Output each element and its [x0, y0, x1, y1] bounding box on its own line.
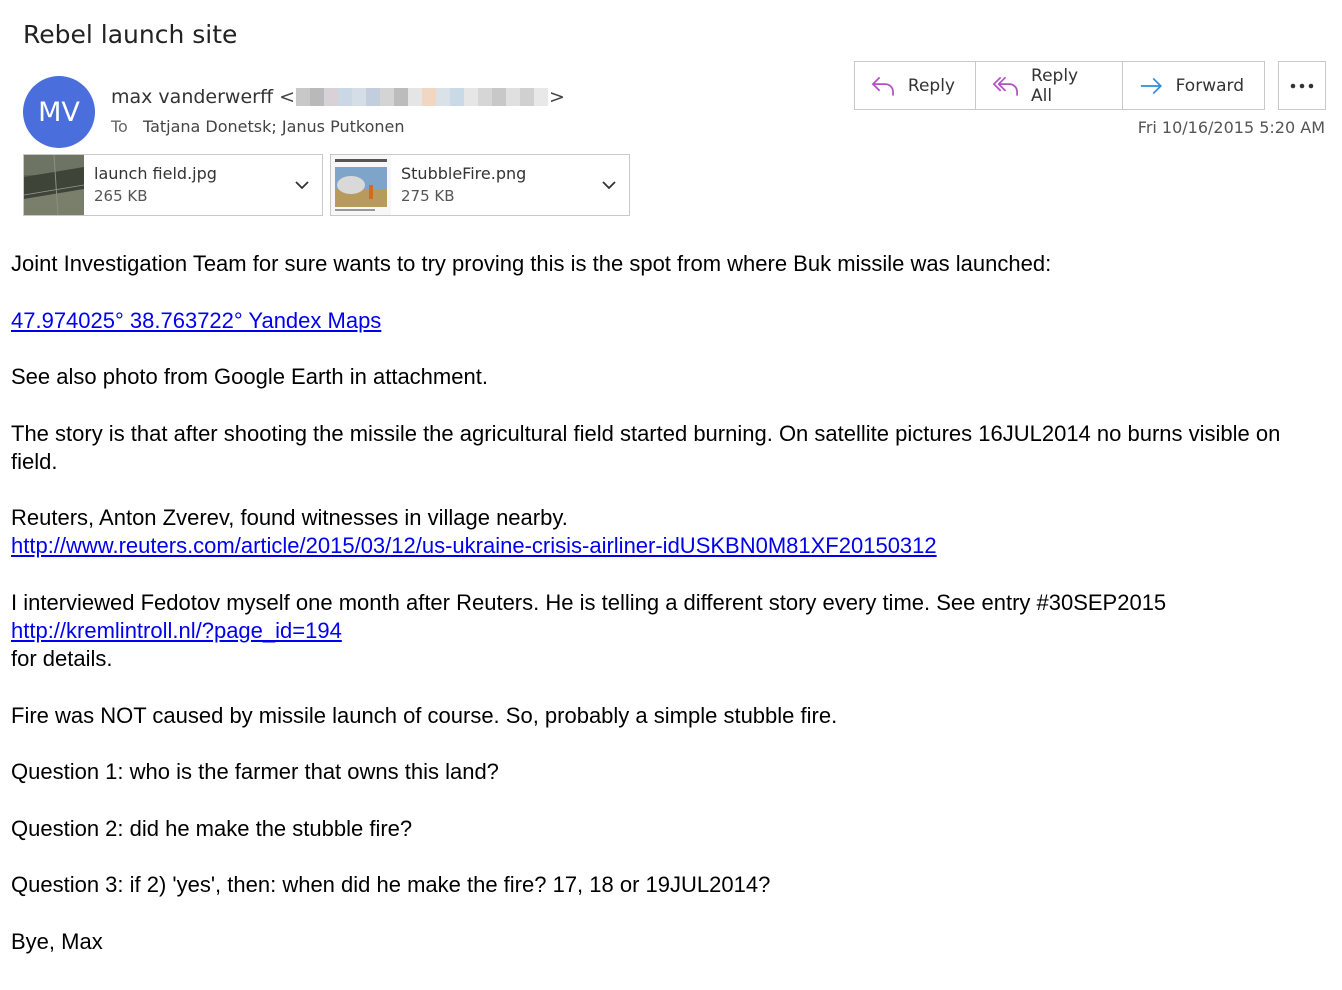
coordinates-link[interactable]: 47.974025° 38.763722° Yandex Maps [11, 308, 381, 333]
redacted-email [295, 88, 548, 106]
sender-email-close: > [548, 86, 565, 108]
chevron-down-icon [602, 180, 616, 189]
to-label: To [111, 117, 128, 136]
reply-all-icon [992, 76, 1018, 96]
more-actions-button[interactable] [1278, 61, 1326, 110]
question-1: Question 1: who is the farmer that owns … [11, 759, 499, 785]
question-2: Question 2: did he make the stubble fire… [11, 815, 413, 841]
sender-avatar: MV [23, 76, 95, 148]
body-paragraph: See also photo from Google Earth in atta… [11, 364, 488, 390]
body-paragraph: I interviewed Fedotov myself one month a… [11, 589, 1167, 615]
avatar-initials: MV [38, 96, 80, 128]
body-paragraph: for details. [11, 645, 113, 671]
attachment-stubble-fire[interactable]: StubbleFire.png 275 KB [330, 154, 630, 216]
fire-photo-thumbnail [331, 155, 391, 215]
body-paragraph: Fire was NOT caused by missile launch of… [11, 702, 838, 728]
attachment-name: launch field.jpg [94, 164, 217, 183]
attachment-menu-button[interactable] [282, 180, 322, 190]
attachment-menu-button[interactable] [589, 180, 629, 190]
chevron-down-icon [295, 180, 309, 189]
reply-button[interactable]: Reply [855, 62, 976, 109]
body-paragraph: The story is that after shooting the mis… [11, 420, 1281, 474]
reply-all-label: Reply All [1031, 65, 1079, 106]
sender-line: max vanderwerff < > [111, 86, 565, 108]
satellite-image-thumbnail [24, 155, 84, 215]
body-paragraph: Joint Investigation Team for sure wants … [11, 251, 1052, 276]
reply-label: Reply [907, 75, 955, 96]
message-actions: Reply Reply All Forward [854, 61, 1265, 110]
question-3: Question 3: if 2) 'yes', then: when did … [11, 872, 771, 898]
forward-label: Forward [1175, 75, 1244, 96]
reuters-link[interactable]: http://www.reuters.com/article/2015/03/1… [11, 533, 937, 558]
attachment-size: 275 KB [401, 187, 455, 205]
sender-email-open: < [279, 86, 295, 108]
email-subject: Rebel launch site [23, 20, 238, 49]
reply-all-button[interactable]: Reply All [976, 62, 1123, 109]
message-body: Joint Investigation Team for sure wants … [11, 250, 1331, 985]
attachment-launch-field[interactable]: launch field.jpg 265 KB [23, 154, 323, 216]
signoff: Bye, Max [11, 928, 103, 954]
body-paragraph: Reuters, Anton Zverev, found witnesses i… [11, 505, 568, 531]
recipient-line: To Tatjana Donetsk; Janus Putkonen [111, 117, 404, 136]
attachment-name: StubbleFire.png [401, 164, 527, 183]
kremlintroll-link[interactable]: http://kremlintroll.nl/?page_id=194 [11, 618, 342, 643]
sender-name[interactable]: max vanderwerff [111, 86, 273, 108]
message-date: Fri 10/16/2015 5:20 AM [1137, 118, 1325, 137]
recipients[interactable]: Tatjana Donetsk; Janus Putkonen [143, 117, 405, 136]
more-icon [1290, 83, 1314, 88]
forward-button[interactable]: Forward [1123, 62, 1264, 109]
forward-icon [1140, 77, 1162, 94]
attachment-size: 265 KB [94, 187, 148, 205]
reply-icon [871, 76, 894, 96]
